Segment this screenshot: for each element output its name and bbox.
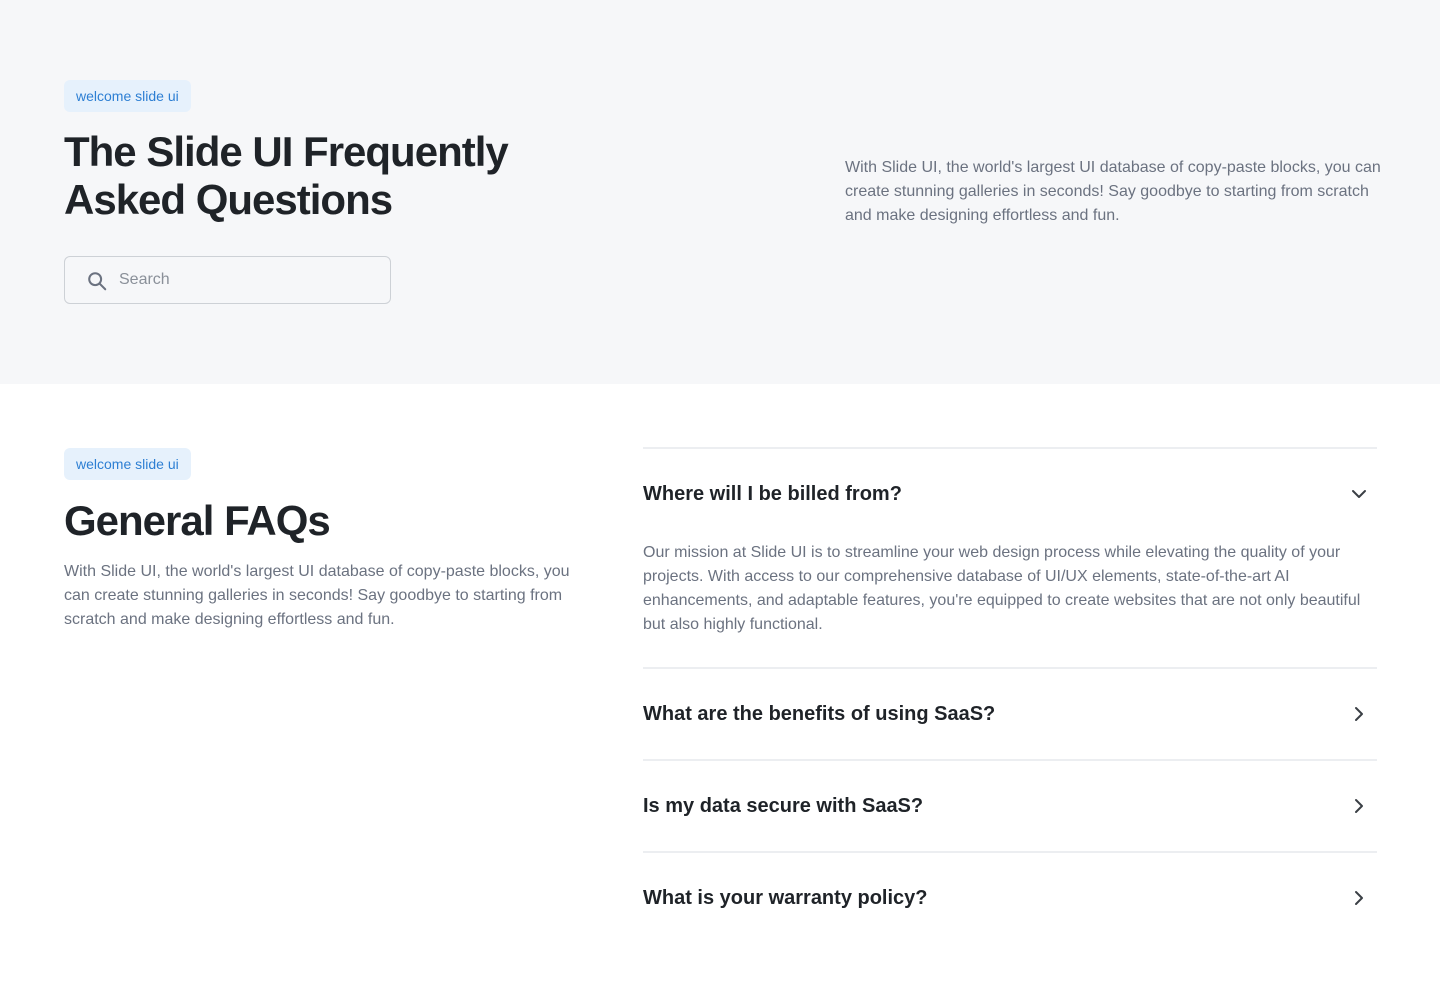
faq-title: General FAQs [64,497,331,544]
faq-answer: Our mission at Slide UI is to streamline… [643,544,1361,633]
search-box[interactable] [64,256,391,304]
search-input[interactable] [119,257,379,303]
faq-item: What are the benefits of using SaaS? [643,669,1377,759]
faq-badge: welcome slide ui [64,448,191,480]
faq-item: Is my data secure with SaaS? [643,761,1377,851]
chevron-right-icon [1355,891,1363,905]
faq-question-button[interactable]: Where will I be billed from? [643,449,1377,539]
chevron-right-icon [1355,799,1363,813]
faq-question-button[interactable]: What is your warranty policy? [643,853,1377,943]
hero-section: welcome slide ui The Slide UI Frequently… [0,0,1440,384]
faq-question: Where will I be billed from? [643,482,902,505]
chevron-down-icon [1352,490,1366,498]
faq-description: With Slide UI, the world's largest UI da… [64,563,570,628]
hero-badge: welcome slide ui [64,80,191,112]
faq-question-button[interactable]: What are the benefits of using SaaS? [643,669,1377,759]
faq-question-button[interactable]: Is my data secure with SaaS? [643,761,1377,851]
chevron-right-icon [1355,707,1363,721]
faq-item: Where will I be billed from? Our mission… [643,449,1377,667]
page-title: The Slide UI Frequently Asked Questions [64,128,509,223]
faq-list: Where will I be billed from? Our mission… [643,447,1377,943]
faq-question: What are the benefits of using SaaS? [643,702,996,725]
faq-question: Is my data secure with SaaS? [643,794,924,817]
faq-question: What is your warranty policy? [643,886,928,909]
hero-description: With Slide UI, the world's largest UI da… [845,159,1381,224]
faq-item: What is your warranty policy? [643,853,1377,943]
search-icon [88,272,107,291]
